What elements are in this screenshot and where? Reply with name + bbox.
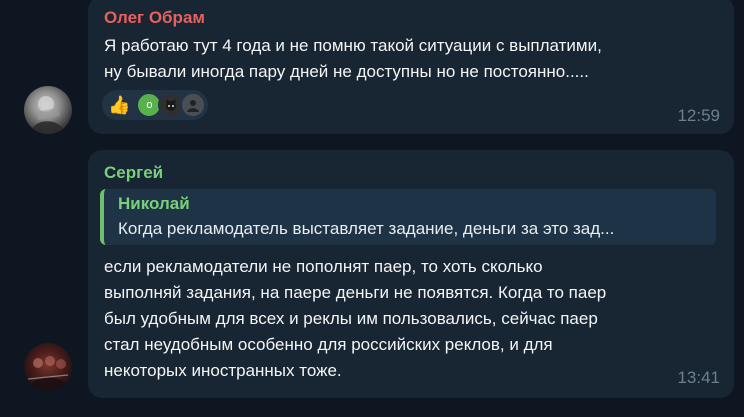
reaction-pill[interactable]: 👍 о — [102, 90, 208, 120]
message-line: был удобным для всех и реклы им пользова… — [104, 309, 598, 328]
reply-quote[interactable]: Николай Когда рекламодатель выставляет з… — [100, 189, 716, 245]
message-line: ну бывали иногда пару дней не доступны н… — [104, 62, 589, 81]
sender-name[interactable]: Олег Обрам — [104, 8, 205, 28]
thumbs-up-icon: 👍 — [108, 95, 131, 115]
message-line: выполняй задания, на паере деньги не поя… — [104, 283, 607, 302]
reply-text: Когда рекламодатель выставляет задание, … — [118, 219, 615, 238]
message-line: стал неудобным особенно для российских р… — [104, 335, 553, 354]
user-photo-icon — [30, 96, 66, 134]
message-line: если рекламодатели не пополнят паер, то … — [104, 257, 543, 276]
message-timestamp: 12:59 — [677, 106, 720, 125]
message-timestamp: 13:41 — [677, 368, 720, 387]
reactor-avatar — [180, 92, 207, 118]
message-line: некоторых иностранных тоже. — [104, 361, 342, 380]
avatar[interactable] — [24, 86, 72, 134]
person-silhouette-icon — [187, 100, 200, 112]
user-photo-icon — [27, 356, 70, 391]
message-bubble[interactable]: Сергей Николай Когда рекламодатель выста… — [88, 150, 734, 398]
message-text: Я работаю тут 4 года и не помню такой си… — [104, 33, 602, 85]
reply-sender-name: Николай — [118, 194, 190, 213]
cat-face-icon — [166, 99, 177, 111]
message-text: если рекламодатели не пополнят паер, то … — [104, 254, 606, 384]
chat-history: Олег Обрам Я работаю тут 4 года и не пом… — [0, 0, 744, 417]
avatar[interactable] — [24, 343, 72, 391]
message-line: Я работаю тут 4 года и не помню такой си… — [104, 36, 602, 55]
message-bubble[interactable]: Олег Обрам Я работаю тут 4 года и не пом… — [88, 0, 734, 134]
sender-name[interactable]: Сергей — [104, 163, 163, 183]
